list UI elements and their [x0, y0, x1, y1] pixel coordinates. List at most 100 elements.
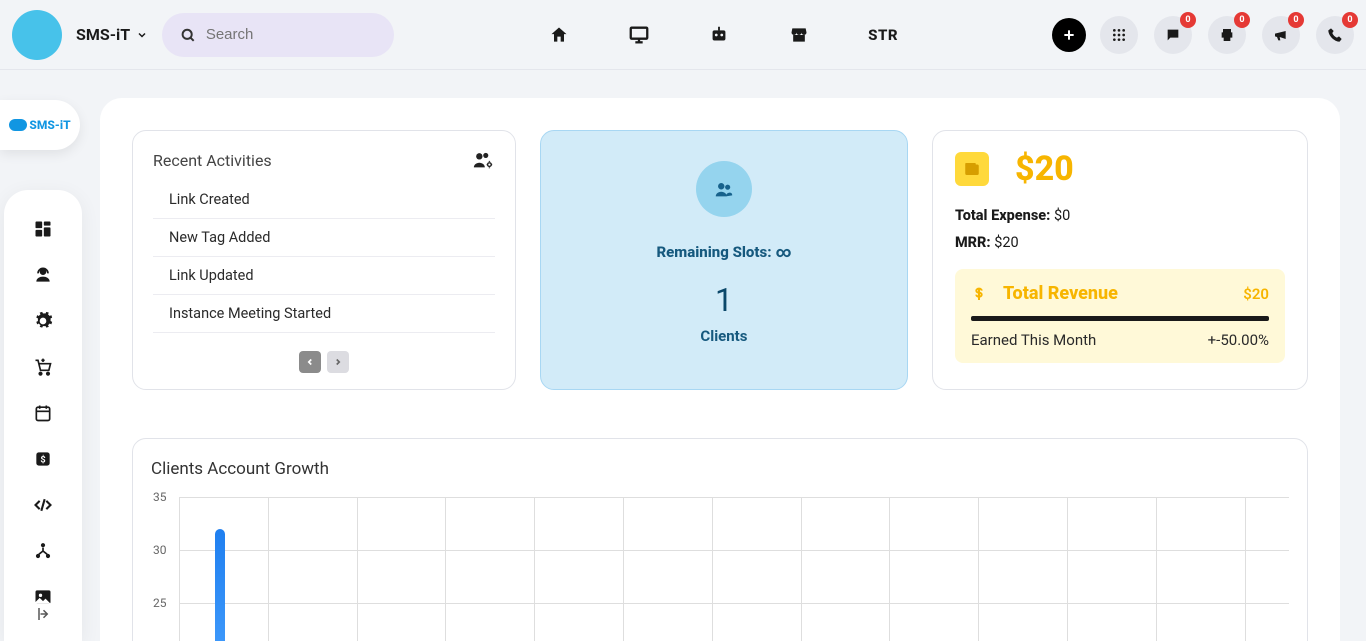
chart-gridline: [179, 603, 1289, 604]
expand-right-icon: [36, 605, 54, 623]
svg-text:$: $: [40, 454, 45, 465]
recent-title: Recent Activities: [153, 151, 272, 170]
chart-gridline: [357, 497, 358, 641]
revenue-header: $20: [955, 149, 1285, 189]
plus-icon: [1061, 27, 1077, 43]
expense-value: $0: [1054, 207, 1070, 224]
search-box[interactable]: [162, 13, 394, 57]
header-right: 0 0 0 0: [1100, 16, 1354, 54]
search-icon: [180, 26, 196, 44]
home-icon: [549, 25, 569, 45]
workspace-select[interactable]: SMS-iT: [76, 25, 148, 44]
brand-logo-text: SMS-iT: [29, 118, 70, 132]
recent-settings-button[interactable]: [471, 149, 495, 171]
sidebar-billing[interactable]: $: [32, 448, 54, 470]
sidebar-code[interactable]: [32, 494, 54, 516]
dashboard-icon: [33, 219, 53, 239]
chart-gridline: [179, 497, 1289, 498]
total-revenue-row: Total Revenue $20: [971, 283, 1269, 304]
slots-sub: Clients: [700, 327, 747, 345]
activity-item[interactable]: Link Updated: [153, 257, 495, 295]
total-revenue-box: Total Revenue $20 Earned This Month +-50…: [955, 269, 1285, 363]
support-agent-icon: [33, 265, 53, 285]
activities-pager: [153, 351, 495, 373]
nav-home[interactable]: [548, 24, 570, 46]
nav-monitor[interactable]: [628, 24, 650, 46]
chart-gridline: [179, 497, 180, 641]
gear-icon: [33, 311, 53, 331]
megaphone-icon: [1273, 27, 1289, 43]
pager-prev-button[interactable]: [299, 351, 321, 373]
sidebar-calendar[interactable]: [32, 402, 54, 424]
header-nav: STR: [408, 24, 1038, 46]
print-button[interactable]: 0: [1208, 16, 1246, 54]
y-tick: 25: [153, 596, 167, 610]
mrr-label: MRR:: [955, 234, 991, 251]
recent-activities-card: Recent Activities Link Created New Tag A…: [132, 130, 516, 390]
slots-label-prefix: Remaining Slots:: [656, 243, 771, 261]
sidebar-dashboard[interactable]: [32, 218, 54, 240]
chart-gridline: [712, 497, 713, 641]
main-panel: Recent Activities Link Created New Tag A…: [100, 98, 1340, 641]
robot-icon: [708, 24, 730, 46]
sidebar-hierarchy[interactable]: [32, 540, 54, 562]
mrr-value: $20: [994, 234, 1018, 251]
growth-chart-card: Clients Account Growth 35 30 25 20: [132, 438, 1308, 641]
monitor-icon: [628, 24, 650, 46]
add-button[interactable]: [1052, 18, 1086, 52]
chart-gridline: [889, 497, 890, 641]
dollar-icon: [971, 286, 987, 302]
chat-icon: [1165, 27, 1181, 43]
dollar-square-icon: $: [33, 449, 53, 469]
body-area: SMS-iT $ Recent Activities Link: [0, 70, 1366, 641]
nav-bot[interactable]: [708, 24, 730, 46]
apps-button[interactable]: [1100, 16, 1138, 54]
cart-icon: [33, 357, 53, 377]
chat-button[interactable]: 0: [1154, 16, 1192, 54]
chart-bar: [215, 529, 225, 641]
activity-item[interactable]: New Tag Added: [153, 219, 495, 257]
nav-store[interactable]: [788, 24, 810, 46]
y-tick: 30: [153, 543, 167, 557]
chart-plot-area: 35 30 25 20: [179, 497, 1289, 641]
brand-logo: SMS-iT: [9, 118, 70, 132]
activity-item[interactable]: Link Created: [153, 181, 495, 219]
announce-button[interactable]: 0: [1262, 16, 1300, 54]
sidebar-settings[interactable]: [32, 310, 54, 332]
brand-logo-tab[interactable]: SMS-iT: [0, 100, 80, 150]
header-left: SMS-iT: [12, 10, 394, 60]
chevron-right-icon: [333, 357, 343, 367]
users-gear-icon: [471, 149, 495, 171]
chevron-left-icon: [305, 357, 315, 367]
sidebar-expand[interactable]: [36, 605, 54, 623]
earned-row: Earned This Month +-50.00%: [971, 331, 1269, 349]
revenue-card: $20 Total Expense: $0 MRR: $20 Total Rev…: [932, 130, 1308, 390]
revenue-progress-bar: [971, 316, 1269, 321]
app-header: SMS-iT STR 0: [0, 0, 1366, 70]
chat-badge: 0: [1180, 12, 1196, 28]
pager-next-button[interactable]: [327, 351, 349, 373]
code-icon: [33, 495, 53, 515]
users-icon: [713, 178, 735, 200]
sidebar: $: [4, 190, 82, 641]
cloud-icon: [9, 119, 27, 131]
phone-button[interactable]: 0: [1316, 16, 1354, 54]
y-tick: 35: [153, 490, 167, 504]
calendar-icon: [33, 403, 53, 423]
chart-gridline: [534, 497, 535, 641]
chart-gridline: [1156, 497, 1157, 641]
earned-value: +-50.00%: [1208, 331, 1269, 349]
search-input[interactable]: [206, 26, 376, 43]
user-avatar[interactable]: [12, 10, 62, 60]
sidebar-cart[interactable]: [32, 356, 54, 378]
activity-item[interactable]: Instance Meeting Started: [153, 295, 495, 333]
top-cards-row: Recent Activities Link Created New Tag A…: [132, 130, 1308, 390]
chart-gridline: [1245, 497, 1246, 641]
sidebar-support[interactable]: [32, 264, 54, 286]
total-revenue-value: $20: [1243, 285, 1269, 303]
nav-str[interactable]: STR: [868, 26, 898, 44]
apps-grid-icon: [1111, 27, 1127, 43]
remaining-slots-card: Remaining Slots: ∞ 1 Clients: [540, 130, 908, 390]
chart-gridline: [1067, 497, 1068, 641]
total-revenue-label: Total Revenue: [1003, 283, 1227, 304]
